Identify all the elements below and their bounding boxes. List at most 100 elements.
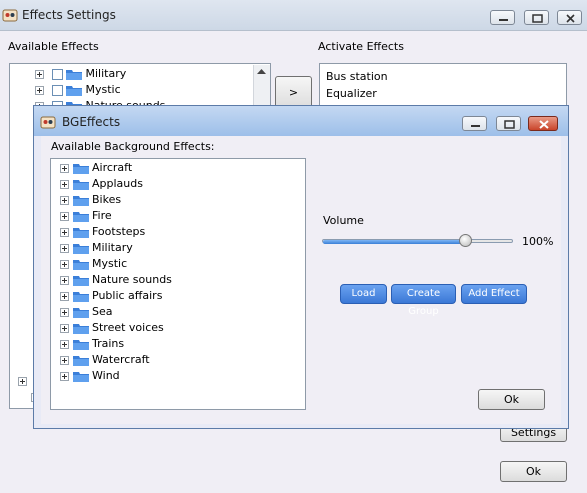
expand-icon[interactable] [60,307,69,317]
folder-icon [73,371,89,382]
tree-item-label: Wind [92,369,120,382]
background-effects-tree[interactable]: Aircraft Applauds Bikes Fire Footsteps Milita… [50,158,306,410]
folder-icon [73,275,89,286]
tree-item-label: Sea [92,305,113,318]
minimize-button[interactable] [490,10,515,25]
volume-fill [323,240,465,244]
list-item[interactable]: Bus station [326,68,388,85]
tree-item[interactable]: Bikes [60,192,172,208]
dialog-ok-button[interactable]: Ok [478,389,545,410]
app-icon [2,7,18,26]
expand-icon[interactable] [35,85,44,95]
scroll-up-icon[interactable] [257,69,266,75]
tree-item[interactable]: Street voices [60,320,172,336]
tree-item[interactable]: Military [60,240,172,256]
tree-item-label: Trains [92,337,125,350]
tree-item[interactable]: Trains [60,336,172,352]
tree-item-label: Public affairs [92,289,163,302]
close-button[interactable] [557,10,582,25]
app-icon [40,114,56,133]
folder-icon [73,211,89,222]
tree-item-label: Applauds [92,177,143,190]
volume-slider-thumb[interactable] [459,234,473,247]
checkbox[interactable] [51,68,63,80]
minimize-button[interactable] [462,116,487,131]
folder-icon [66,69,82,80]
close-button[interactable] [528,116,558,131]
maximize-button[interactable] [524,10,549,25]
active-list: Bus station Equalizer [326,68,388,102]
available-background-effects-label: Available Background Effects: [51,140,215,153]
folder-icon [73,259,89,270]
tree-item[interactable]: Fire [60,208,172,224]
tree-item[interactable]: Mystic [35,82,165,98]
list-item[interactable]: Equalizer [326,85,388,102]
folder-icon [73,291,89,302]
expand-icon[interactable] [60,275,69,285]
tree-item[interactable]: Public affairs [60,288,172,304]
expand-icon[interactable] [35,69,44,79]
expand-icon[interactable] [60,371,69,381]
tree-list: Aircraft Applauds Bikes Fire Footsteps Milita… [60,160,172,384]
available-effects-label: Available Effects [8,40,99,53]
tree-item-label: Fire [92,209,112,222]
volume-value: 100% [522,235,554,248]
tree-item-label: Footsteps [92,225,146,238]
folder-icon [73,227,89,238]
tree-item-label: Aircraft [92,161,133,174]
folder-icon [73,339,89,350]
title-bar: Effects Settings [0,0,587,31]
tree-item[interactable]: Aircraft [60,160,172,176]
folder-icon [73,323,89,334]
expand-icon[interactable] [60,355,69,365]
add-effect-button[interactable]: Add Effect [461,284,527,304]
tree-item-label: Mystic [92,257,128,270]
window-title: Effects Settings [22,8,116,22]
folder-icon [73,355,89,366]
expand-icon[interactable] [60,179,69,189]
dialog-title: BGEffects [62,115,121,129]
tree-item[interactable]: Footsteps [60,224,172,240]
tree-item-label: Watercraft [92,353,150,366]
folder-icon [73,307,89,318]
tree-item-label: Bikes [92,193,122,206]
volume-label: Volume [323,214,364,227]
maximize-button[interactable] [496,116,521,131]
expand-icon[interactable] [18,376,27,386]
expand-icon[interactable] [60,243,69,253]
folder-icon [73,243,89,254]
tree-item[interactable]: Watercraft [60,352,172,368]
tree-item-label: Military [85,67,127,80]
bgeffects-dialog: BGEffects Available Background Effects: … [33,105,569,429]
ok-button[interactable]: Ok [500,461,567,482]
tree-item[interactable]: Sea [60,304,172,320]
tree-item[interactable]: Applauds [60,176,172,192]
tree-item[interactable]: Nature sounds [60,272,172,288]
expand-icon[interactable] [60,259,69,269]
tree-item-label: Military [92,241,133,254]
expand-icon[interactable] [60,195,69,205]
volume-slider[interactable] [322,239,513,244]
tree-item[interactable]: Wind [60,368,172,384]
tree-item-label: Street voices [92,321,164,334]
folder-icon [66,85,82,96]
tree-item-label: Mystic [85,83,121,96]
expand-icon[interactable] [60,211,69,221]
dialog-body: Available Background Effects: Aircraft Ap… [41,136,561,424]
expand-icon[interactable] [60,291,69,301]
dialog-title-bar: BGEffects [34,106,568,136]
expand-icon[interactable] [60,163,69,173]
create-group-button[interactable]: Create Group [391,284,456,317]
checkbox[interactable] [51,84,63,96]
tree-item[interactable]: Mystic [60,256,172,272]
activate-effects-label: Activate Effects [318,40,404,53]
folder-icon [73,195,89,206]
folder-icon [73,179,89,190]
expand-icon[interactable] [60,227,69,237]
expand-icon[interactable] [60,339,69,349]
tree-item[interactable]: Military [35,66,165,82]
load-button[interactable]: Load [340,284,387,304]
expand-icon[interactable] [60,323,69,333]
folder-icon [73,163,89,174]
tree-item-label: Nature sounds [92,273,172,286]
